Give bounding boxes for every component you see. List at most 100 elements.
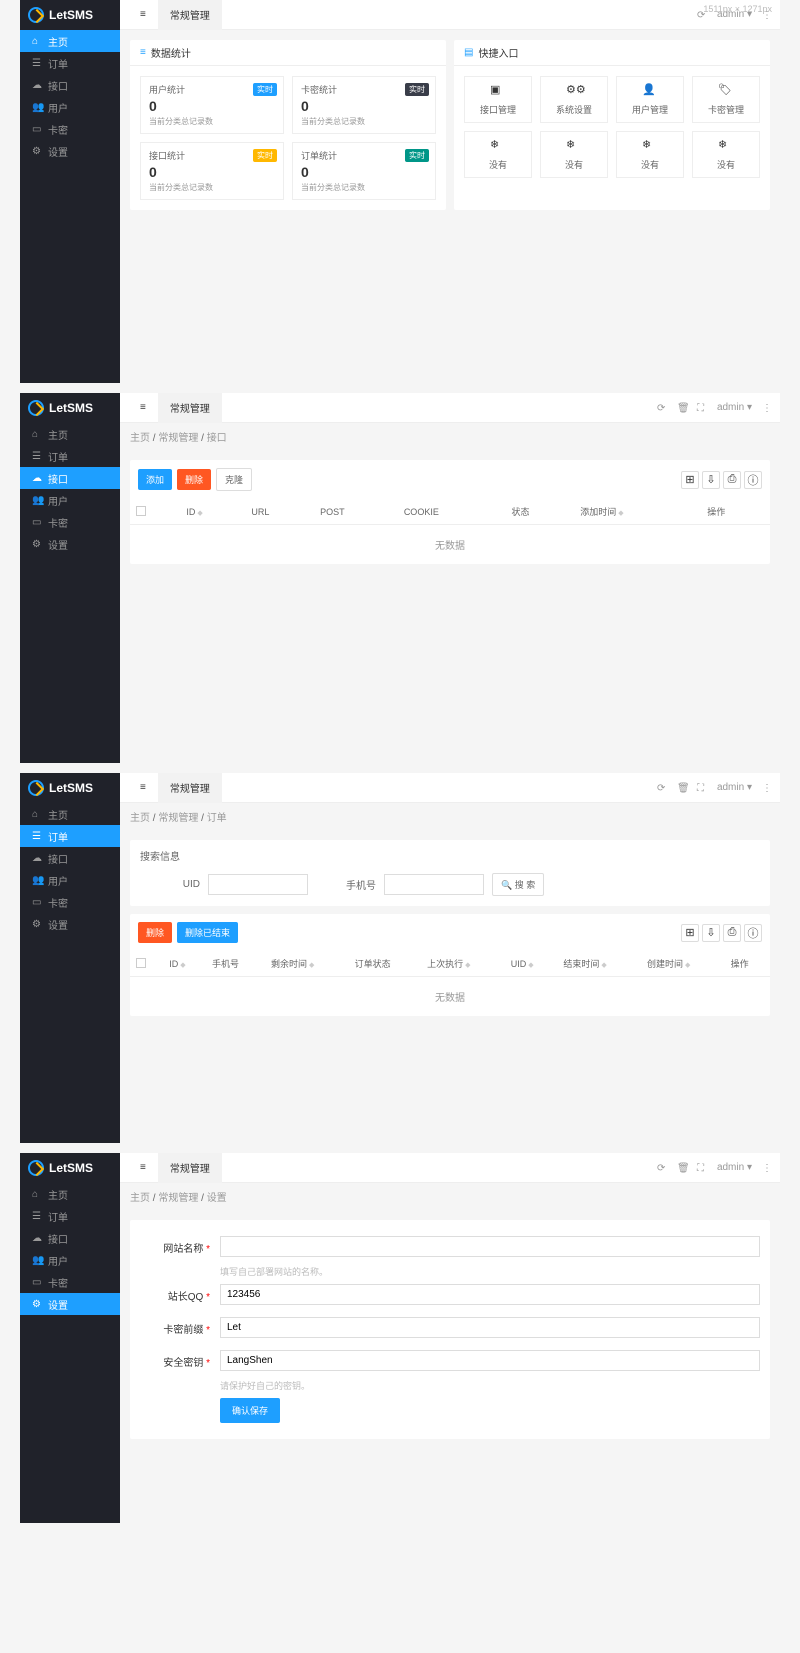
quick-empty[interactable]: ❄没有 [540, 131, 608, 178]
menu-toggle[interactable]: ≡ [128, 393, 158, 423]
checkbox-header[interactable] [130, 951, 163, 977]
more-icon[interactable]: ⋮ [762, 783, 772, 793]
nav-api[interactable]: ☁接口 [20, 467, 120, 489]
nav-api[interactable]: ☁接口 [20, 1227, 120, 1249]
quick-settings[interactable]: ⚙⚙系统设置 [540, 76, 608, 123]
quick-label: 系统设置 [556, 103, 592, 116]
export-icon[interactable]: ⇩ [702, 924, 720, 942]
delete-icon[interactable]: 🗑 [677, 783, 687, 793]
fullscreen-icon[interactable]: ⛶ [697, 403, 707, 413]
col-uid[interactable]: UID◆ [505, 951, 558, 977]
quick-empty[interactable]: ❄没有 [692, 131, 760, 178]
filter-icon[interactable]: ⊞ [681, 924, 699, 942]
admin-menu[interactable]: admin ▾ [717, 402, 752, 413]
checkbox-header[interactable] [130, 499, 180, 525]
nav-orders[interactable]: ☰订单 [20, 52, 120, 74]
topbar: ≡ 常规管理 ⟳ admin ▾ ⋮ [120, 0, 780, 30]
nav-home[interactable]: ⌂主页 [20, 1183, 120, 1205]
menu-toggle[interactable]: ≡ [128, 1153, 158, 1183]
admin-menu[interactable]: admin ▾ [717, 782, 752, 793]
delete-icon[interactable]: 🗑 [677, 1163, 687, 1173]
key-label: 安全密钥 [140, 1350, 210, 1369]
export-icon[interactable]: ⇩ [702, 471, 720, 489]
nav-home[interactable]: ⌂主页 [20, 30, 120, 52]
info-icon[interactable]: ⓘ [744, 471, 762, 489]
nav-cards[interactable]: ▭卡密 [20, 118, 120, 140]
quick-users[interactable]: 👤用户管理 [616, 76, 684, 123]
delete-button[interactable]: 删除 [177, 469, 211, 490]
add-button[interactable]: 添加 [138, 469, 172, 490]
save-button[interactable]: 确认保存 [220, 1398, 280, 1423]
nav-users[interactable]: 👥用户 [20, 1249, 120, 1271]
nav-users[interactable]: 👥用户 [20, 869, 120, 891]
nav-cards[interactable]: ▭卡密 [20, 511, 120, 533]
tab-main[interactable]: 常规管理 [158, 1153, 222, 1183]
quick-api[interactable]: ▣接口管理 [464, 76, 532, 123]
logo[interactable]: LetSMS [20, 0, 120, 30]
uid-input[interactable] [208, 874, 308, 895]
key-input[interactable] [220, 1350, 760, 1371]
stats-panel: ≡数据统计 用户统计0当前分类总记录数实时 卡密统计0当前分类总记录数实时 接口… [130, 40, 446, 210]
quick-empty[interactable]: ❄没有 [464, 131, 532, 178]
delete-icon[interactable]: 🗑 [677, 403, 687, 413]
empty-message: 无数据 [130, 977, 770, 1017]
nav-settings[interactable]: ⚙设置 [20, 1293, 120, 1315]
nav-api[interactable]: ☁接口 [20, 847, 120, 869]
admin-menu[interactable]: admin ▾ [717, 1162, 752, 1173]
col-remain[interactable]: 剩余时间◆ [265, 951, 349, 977]
logo[interactable]: LetSMS [20, 773, 120, 803]
nav-settings[interactable]: ⚙设置 [20, 913, 120, 935]
qq-input[interactable] [220, 1284, 760, 1305]
clone-button[interactable]: 克隆 [216, 468, 252, 491]
delete-button[interactable]: 删除 [138, 922, 172, 943]
filter-icon[interactable]: ⊞ [681, 471, 699, 489]
col-id[interactable]: ID◆ [163, 951, 206, 977]
col-endtime[interactable]: 结束时间◆ [557, 951, 641, 977]
col-id[interactable]: ID◆ [180, 499, 245, 525]
nav-settings[interactable]: ⚙设置 [20, 533, 120, 555]
tab-main[interactable]: 常规管理 [158, 773, 222, 803]
nav-label: 用户 [48, 873, 68, 888]
nav-orders[interactable]: ☰订单 [20, 825, 120, 847]
fullscreen-icon[interactable]: ⛶ [697, 783, 707, 793]
delete-ended-button[interactable]: 删除已结束 [177, 922, 238, 943]
menu-toggle[interactable]: ≡ [128, 773, 158, 803]
print-icon[interactable]: ⎙ [723, 924, 741, 942]
search-button[interactable]: 🔍 搜 索 [492, 873, 544, 896]
quick-cards[interactable]: 🏷卡密管理 [692, 76, 760, 123]
fullscreen-icon[interactable]: ⛶ [697, 1163, 707, 1173]
logo[interactable]: LetSMS [20, 1153, 120, 1183]
tab-main[interactable]: 常规管理 [158, 393, 222, 423]
home-icon: ⌂ [32, 1189, 42, 1199]
menu-toggle[interactable]: ≡ [128, 0, 158, 30]
col-createtime[interactable]: 创建时间◆ [641, 951, 725, 977]
nav-home[interactable]: ⌂主页 [20, 803, 120, 825]
nav-cards[interactable]: ▭卡密 [20, 891, 120, 913]
nav-users[interactable]: 👥用户 [20, 96, 120, 118]
logo[interactable]: LetSMS [20, 393, 120, 423]
snow-icon: ❄ [490, 138, 506, 154]
info-icon[interactable]: ⓘ [744, 924, 762, 942]
nav-users[interactable]: 👥用户 [20, 489, 120, 511]
prefix-input[interactable] [220, 1317, 760, 1338]
refresh-icon[interactable]: ⟳ [657, 403, 667, 413]
print-icon[interactable]: ⎙ [723, 471, 741, 489]
refresh-icon[interactable]: ⟳ [657, 1163, 667, 1173]
nav-home[interactable]: ⌂主页 [20, 423, 120, 445]
nav-orders[interactable]: ☰订单 [20, 445, 120, 467]
nav-cards[interactable]: ▭卡密 [20, 1271, 120, 1293]
nav-settings[interactable]: ⚙设置 [20, 140, 120, 162]
nav-api[interactable]: ☁接口 [20, 74, 120, 96]
col-lastrun[interactable]: 上次执行◆ [421, 951, 505, 977]
refresh-icon[interactable]: ⟳ [657, 783, 667, 793]
nav-orders[interactable]: ☰订单 [20, 1205, 120, 1227]
app-name: LetSMS [49, 401, 93, 415]
more-icon[interactable]: ⋮ [762, 403, 772, 413]
tab-main[interactable]: 常规管理 [158, 0, 222, 30]
col-addtime[interactable]: 添加时间◆ [574, 499, 701, 525]
phone-input[interactable] [384, 874, 484, 895]
sitename-input[interactable] [220, 1236, 760, 1257]
quick-empty[interactable]: ❄没有 [616, 131, 684, 178]
more-icon[interactable]: ⋮ [762, 1163, 772, 1173]
sidebar: LetSMS ⌂主页 ☰订单 ☁接口 👥用户 ▭卡密 ⚙设置 [20, 773, 120, 1143]
